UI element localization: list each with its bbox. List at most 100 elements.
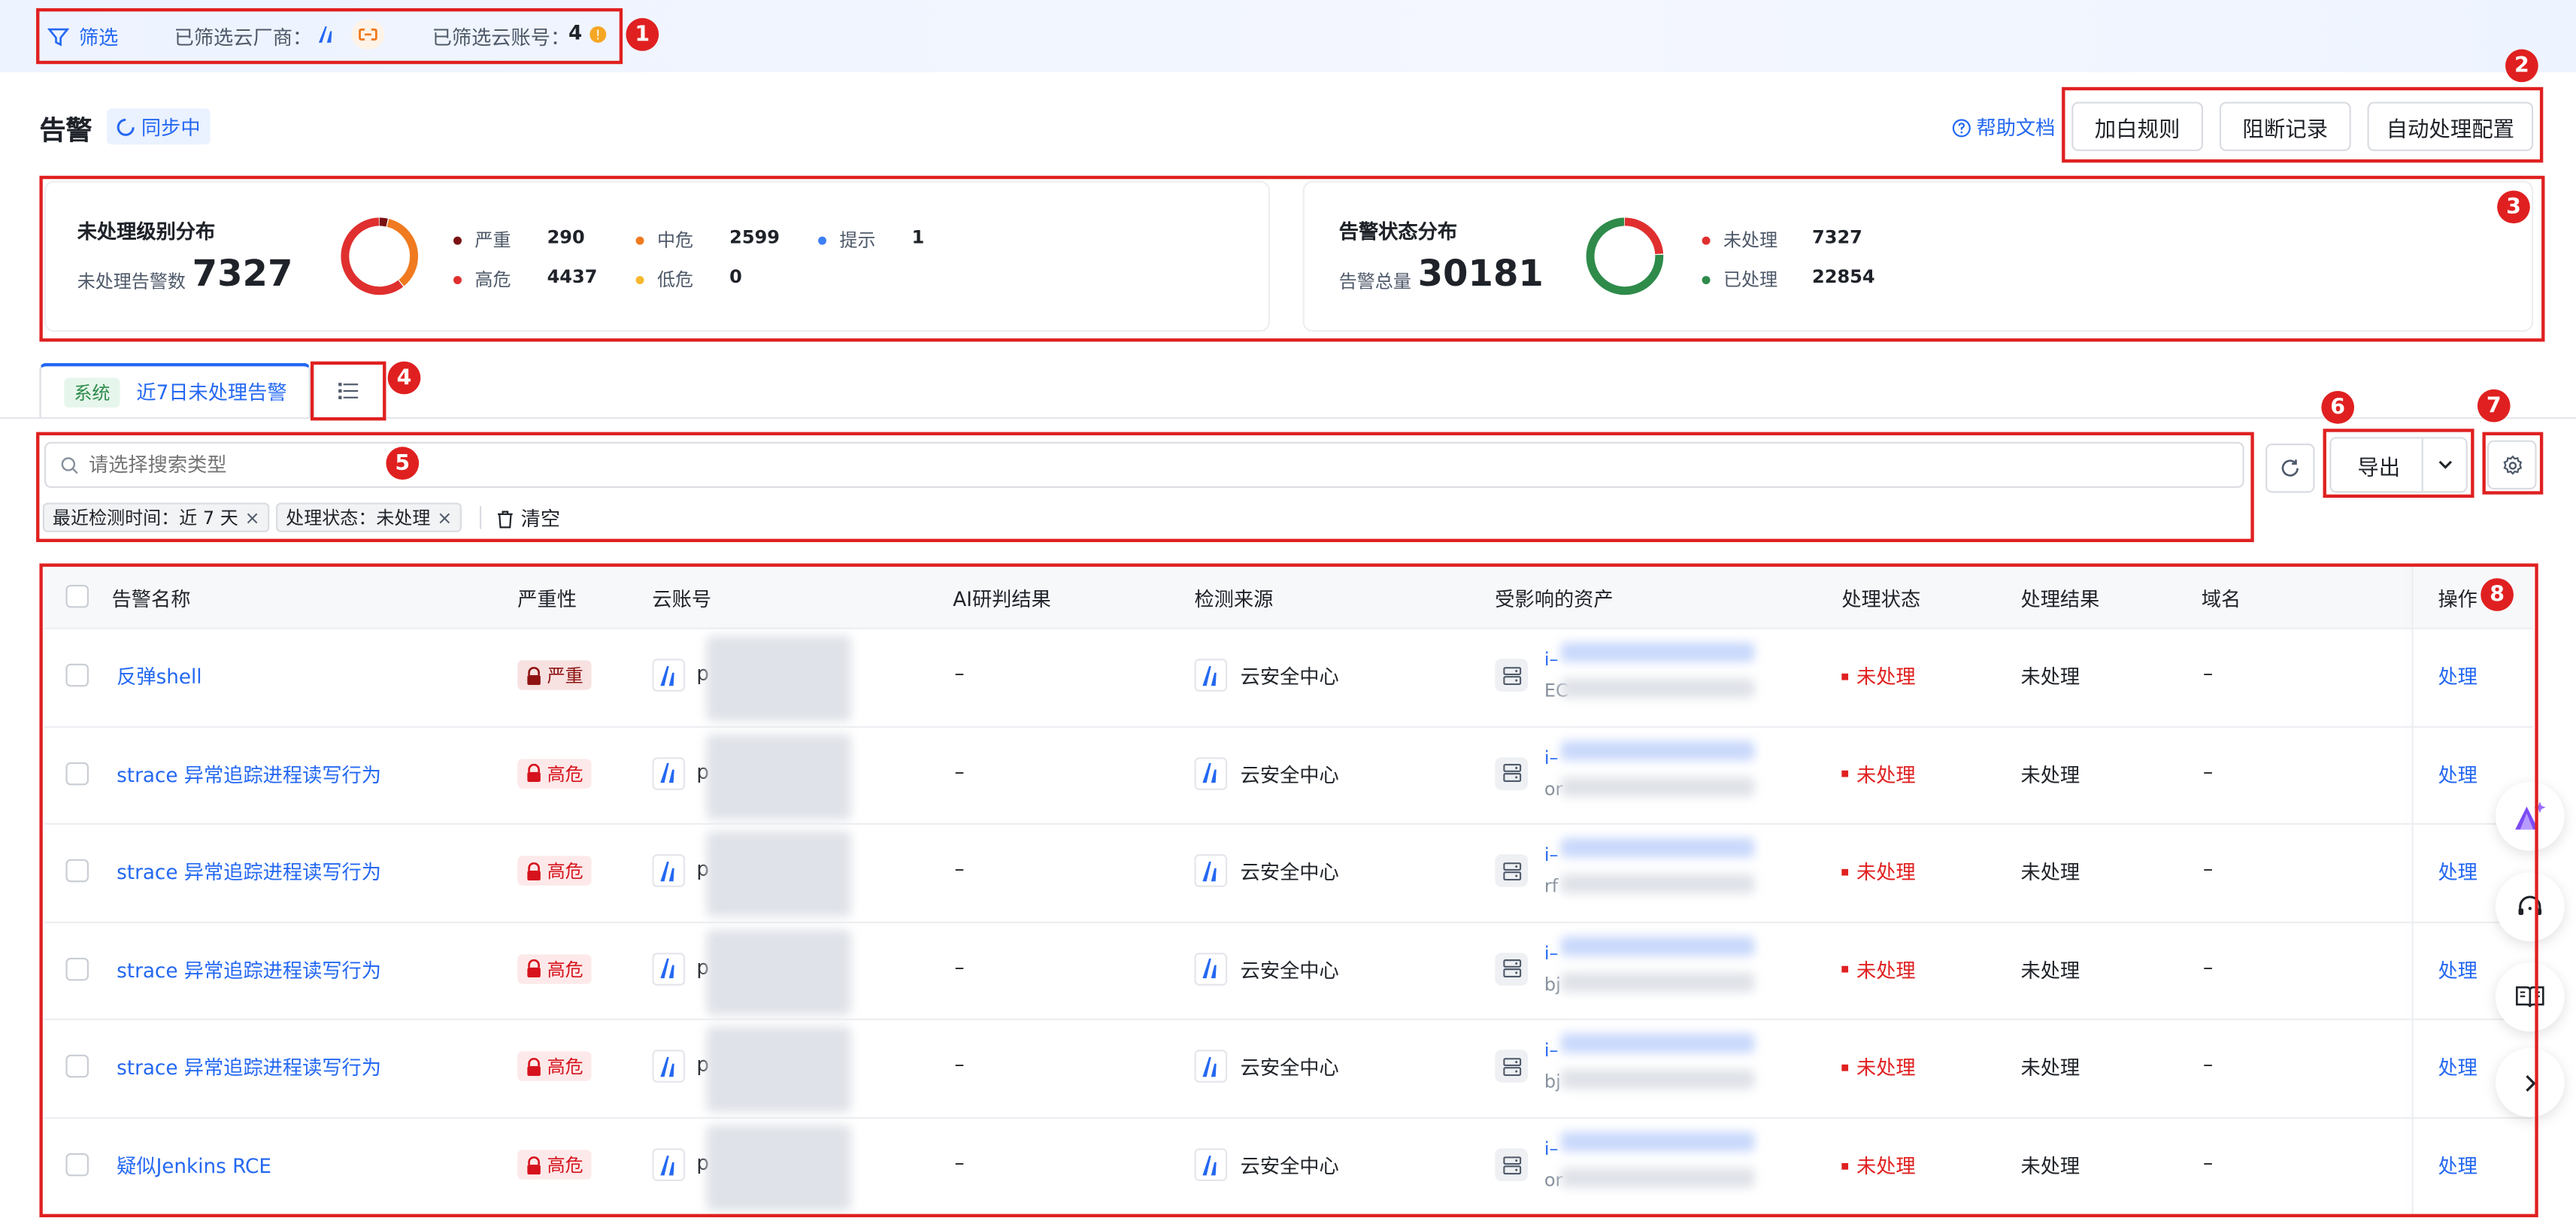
column-header[interactable]: 云账号 xyxy=(652,585,711,613)
asset-id-link[interactable]: i– xyxy=(1544,1041,1559,1062)
column-header[interactable]: 域名 xyxy=(2202,585,2241,613)
settings-button[interactable] xyxy=(2487,440,2537,490)
divider xyxy=(2421,438,2423,492)
select-all-checkbox[interactable] xyxy=(65,584,89,608)
process-action-link[interactable]: 处理 xyxy=(2438,858,2477,886)
customer-service-button[interactable] xyxy=(2495,872,2565,941)
export-label: 导出 xyxy=(2357,456,2401,481)
search-box[interactable] xyxy=(44,441,2244,488)
annotation-badge-2: 2 xyxy=(2505,49,2538,83)
alert-name-link[interactable]: strace 异常追踪进程读写行为 xyxy=(117,858,381,886)
close-icon[interactable]: × xyxy=(437,507,452,528)
level-card-sub-label: 未处理告警数 xyxy=(77,271,186,292)
column-header[interactable]: 处理结果 xyxy=(2020,585,2099,613)
auto-process-config-button[interactable]: 自动处理配置 xyxy=(2367,101,2534,152)
asset-id-link[interactable]: i– xyxy=(1544,844,1559,865)
row-checkbox[interactable] xyxy=(65,957,89,980)
alert-name-link[interactable]: strace 异常追踪进程读写行为 xyxy=(117,956,381,983)
ai-assistant-button[interactable] xyxy=(2495,782,2565,851)
filter-button[interactable]: 筛选 xyxy=(47,23,118,51)
status-card-title: 告警状态分布 xyxy=(1338,220,1458,244)
clear-filters-button[interactable]: 清空 xyxy=(496,504,560,532)
column-header[interactable]: 受影响的资产 xyxy=(1495,585,1613,613)
column-header[interactable]: 检测来源 xyxy=(1194,585,1273,613)
alert-name-link[interactable]: 反弹shell xyxy=(117,662,202,690)
status-dot xyxy=(1841,672,1849,680)
filter-tag-detect-time[interactable]: 最近检测时间：近 7 天 × xyxy=(42,502,270,532)
whitelist-rule-button[interactable]: 加白规则 xyxy=(2071,101,2204,152)
annotation-badge-7: 7 xyxy=(2477,389,2511,423)
page-title: 告警 xyxy=(39,114,92,147)
info-icon[interactable]: ! xyxy=(589,26,607,43)
tab-recent-7day-alerts[interactable]: 系统 近7日未处理告警 xyxy=(39,362,311,417)
legend-label: 严重 xyxy=(474,229,511,252)
severity-tag: 严重 xyxy=(517,660,592,690)
process-action-link[interactable]: 处理 xyxy=(2438,1053,2477,1081)
row-checkbox[interactable] xyxy=(65,859,89,883)
redacted-asset-sub xyxy=(1560,1070,1755,1090)
help-doc-link[interactable]: 帮助文档 xyxy=(1952,114,2055,141)
row-checkbox[interactable] xyxy=(65,1153,89,1177)
legend-dot xyxy=(1702,274,1711,283)
legend-item-label: 未处理 xyxy=(1702,227,1777,253)
view-list-button[interactable] xyxy=(326,371,371,411)
severity-text: 高危 xyxy=(547,1155,583,1177)
row-checkbox[interactable] xyxy=(65,663,89,687)
close-icon[interactable]: × xyxy=(245,507,260,528)
redacted-asset-id xyxy=(1560,642,1755,662)
legend-value: 4437 xyxy=(547,265,598,288)
domain-text: – xyxy=(2203,662,2214,686)
column-header[interactable]: 操作 xyxy=(2438,585,2477,613)
column-header[interactable]: 处理状态 xyxy=(1841,585,1920,613)
row-checkbox[interactable] xyxy=(65,761,89,785)
alert-name-link[interactable]: 疑似Jenkins RCE xyxy=(117,1152,271,1180)
column-header[interactable]: 严重性 xyxy=(517,585,577,613)
process-action-link[interactable]: 处理 xyxy=(2438,1152,2477,1180)
legend-label: 中危 xyxy=(656,229,694,252)
row-checkbox[interactable] xyxy=(65,1055,89,1079)
refresh-button[interactable] xyxy=(2265,443,2315,493)
status-dot xyxy=(1841,868,1849,875)
redacted-asset-sub xyxy=(1560,678,1755,698)
trash-icon xyxy=(498,510,513,528)
alert-name-link[interactable]: strace 异常追踪进程读写行为 xyxy=(117,760,381,788)
legend-value: 0 xyxy=(729,265,742,288)
asset-id-link[interactable]: i– xyxy=(1544,649,1559,670)
status-indicator: 未处理 xyxy=(1841,662,1916,690)
docs-button[interactable] xyxy=(2495,962,2565,1032)
filter-tag-status[interactable]: 处理状态：未处理 × xyxy=(276,502,462,532)
legend-dot xyxy=(635,235,644,244)
status-text: 未处理 xyxy=(1856,1155,1916,1178)
aliyun-logo-icon xyxy=(1194,659,1228,692)
block-record-button[interactable]: 阻断记录 xyxy=(2219,101,2351,152)
redacted-asset-sub xyxy=(1560,972,1755,992)
process-action-link[interactable]: 处理 xyxy=(2438,662,2477,690)
status-indicator: 未处理 xyxy=(1841,760,1916,788)
severity-text: 高危 xyxy=(547,861,583,883)
list-icon xyxy=(338,383,359,399)
legend-dot xyxy=(453,235,462,244)
asset-id-link[interactable]: i– xyxy=(1544,747,1559,768)
status-text: 未处理 xyxy=(1856,861,1916,884)
lock-icon xyxy=(526,862,542,880)
status-dot xyxy=(1841,1064,1849,1071)
redacted-asset-id xyxy=(1560,838,1755,858)
process-result: 未处理 xyxy=(2020,861,2080,884)
process-action-link[interactable]: 处理 xyxy=(2438,956,2477,983)
column-header[interactable]: AI研判结果 xyxy=(953,585,1051,613)
legend-item-label: 低危 xyxy=(635,266,693,292)
export-dropdown-toggle[interactable] xyxy=(2425,438,2466,491)
severity-tag: 高危 xyxy=(517,856,592,886)
legend-label: 已处理 xyxy=(1723,269,1778,291)
cloud-vendor-2-icon xyxy=(351,20,385,50)
clear-label: 清空 xyxy=(520,507,561,531)
column-header[interactable]: 告警名称 xyxy=(112,585,191,613)
asset-id-link[interactable]: i– xyxy=(1544,1138,1559,1159)
status-text: 未处理 xyxy=(1856,959,1916,983)
asset-sub-text: bj xyxy=(1544,974,1561,995)
process-action-link[interactable]: 处理 xyxy=(2438,760,2477,788)
alert-name-link[interactable]: strace 异常追踪进程读写行为 xyxy=(117,1053,381,1081)
legend-item-label: 已处理 xyxy=(1702,266,1778,292)
asset-id-link[interactable]: i– xyxy=(1544,943,1559,964)
collapse-sidebar-button[interactable] xyxy=(2495,1047,2565,1117)
